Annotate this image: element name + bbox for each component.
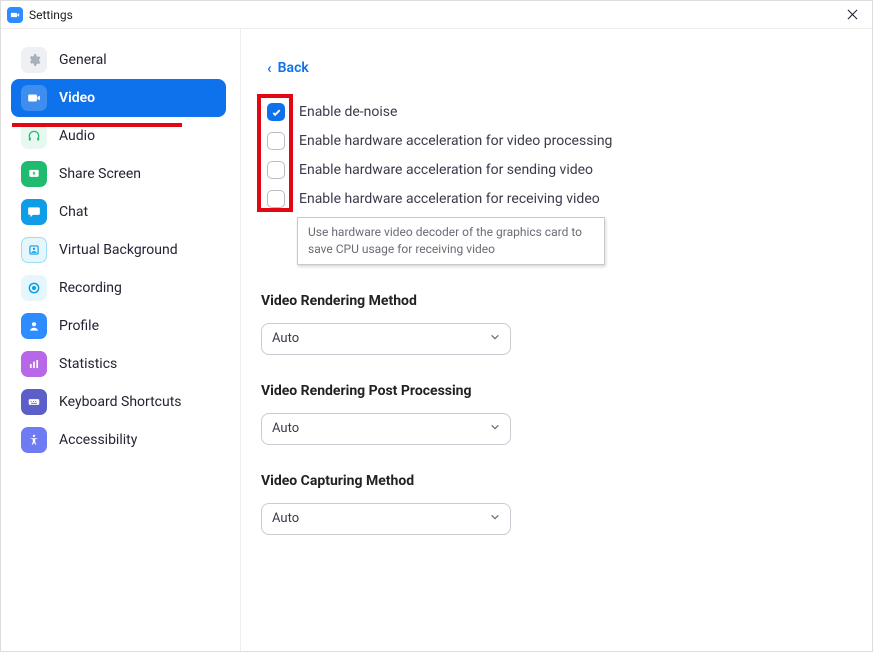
checkbox-hw-sending[interactable] bbox=[267, 161, 285, 179]
virtual-background-icon bbox=[21, 237, 47, 263]
app-icon bbox=[7, 7, 23, 23]
checkbox-label: Enable de-noise bbox=[299, 104, 397, 120]
section-title-rendering: Video Rendering Method bbox=[261, 293, 842, 309]
select-value: Auto bbox=[272, 511, 299, 526]
video-icon bbox=[21, 85, 47, 111]
profile-icon bbox=[21, 313, 47, 339]
titlebar: Settings bbox=[1, 1, 872, 29]
sidebar-item-profile[interactable]: Profile bbox=[11, 307, 226, 345]
select-value: Auto bbox=[272, 331, 299, 346]
sidebar-item-label: Virtual Background bbox=[59, 242, 178, 258]
checkbox-hw-receiving[interactable] bbox=[267, 190, 285, 208]
select-value: Auto bbox=[272, 421, 299, 436]
container: General Video Audio Share Screen Chat bbox=[1, 29, 872, 651]
accessibility-icon bbox=[21, 427, 47, 453]
chevron-down-icon bbox=[490, 421, 500, 436]
select-video-rendering-method[interactable]: Auto bbox=[261, 323, 511, 355]
annotation-red-underline bbox=[12, 123, 182, 127]
back-label: Back bbox=[278, 60, 309, 76]
checkbox-label: Enable hardware acceleration for video p… bbox=[299, 133, 612, 149]
chat-icon bbox=[21, 199, 47, 225]
sidebar-item-label: Keyboard Shortcuts bbox=[59, 394, 182, 410]
checkbox-label: Enable hardware acceleration for receivi… bbox=[299, 191, 600, 207]
sidebar: General Video Audio Share Screen Chat bbox=[1, 29, 241, 651]
sidebar-item-accessibility[interactable]: Accessibility bbox=[11, 421, 226, 459]
checkbox-row-denoise: Enable de-noise bbox=[267, 103, 842, 121]
sidebar-item-keyboard-shortcuts[interactable]: Keyboard Shortcuts bbox=[11, 383, 226, 421]
sidebar-item-label: Recording bbox=[59, 280, 122, 296]
gear-icon bbox=[21, 47, 47, 73]
sidebar-item-label: Statistics bbox=[59, 356, 117, 372]
checkbox-row-hw-sending: Enable hardware acceleration for sending… bbox=[267, 161, 842, 179]
sidebar-item-label: Chat bbox=[59, 204, 88, 220]
chevron-left-icon: ‹ bbox=[267, 59, 272, 77]
share-screen-icon bbox=[21, 161, 47, 187]
chevron-down-icon bbox=[490, 511, 500, 526]
checkbox-group: Enable de-noise Enable hardware accelera… bbox=[261, 103, 842, 265]
back-button[interactable]: ‹ Back bbox=[267, 59, 309, 77]
sidebar-item-label: General bbox=[59, 52, 107, 68]
sidebar-item-label: Share Screen bbox=[59, 166, 141, 182]
checkbox-denoise[interactable] bbox=[267, 103, 285, 121]
sidebar-item-general[interactable]: General bbox=[11, 41, 226, 79]
keyboard-icon bbox=[21, 389, 47, 415]
section-title-post-processing: Video Rendering Post Processing bbox=[261, 383, 842, 399]
checkbox-row-hw-receiving: Enable hardware acceleration for receivi… bbox=[267, 190, 842, 208]
statistics-icon bbox=[21, 351, 47, 377]
sidebar-item-share-screen[interactable]: Share Screen bbox=[11, 155, 226, 193]
close-button[interactable] bbox=[838, 1, 866, 29]
sidebar-item-chat[interactable]: Chat bbox=[11, 193, 226, 231]
checkbox-label: Enable hardware acceleration for sending… bbox=[299, 162, 593, 178]
sidebar-item-virtual-background[interactable]: Virtual Background bbox=[11, 231, 226, 269]
sidebar-item-label: Video bbox=[59, 90, 95, 106]
select-video-capturing-method[interactable]: Auto bbox=[261, 503, 511, 535]
select-video-post-processing[interactable]: Auto bbox=[261, 413, 511, 445]
main-content: ‹ Back Enable de-noise Enable hardware a… bbox=[241, 29, 872, 651]
sidebar-item-label: Profile bbox=[59, 318, 99, 334]
record-icon bbox=[21, 275, 47, 301]
sidebar-item-label: Accessibility bbox=[59, 432, 137, 448]
window-title: Settings bbox=[29, 8, 73, 22]
chevron-down-icon bbox=[490, 331, 500, 346]
sidebar-item-label: Audio bbox=[59, 128, 95, 144]
tooltip: Use hardware video decoder of the graphi… bbox=[297, 217, 605, 265]
close-icon bbox=[847, 9, 858, 20]
checkbox-row-hw-processing: Enable hardware acceleration for video p… bbox=[267, 132, 842, 150]
sidebar-item-recording[interactable]: Recording bbox=[11, 269, 226, 307]
check-icon bbox=[271, 107, 282, 118]
sidebar-item-video[interactable]: Video bbox=[11, 79, 226, 117]
checkbox-hw-processing[interactable] bbox=[267, 132, 285, 150]
sidebar-item-statistics[interactable]: Statistics bbox=[11, 345, 226, 383]
section-title-capturing: Video Capturing Method bbox=[261, 473, 842, 489]
